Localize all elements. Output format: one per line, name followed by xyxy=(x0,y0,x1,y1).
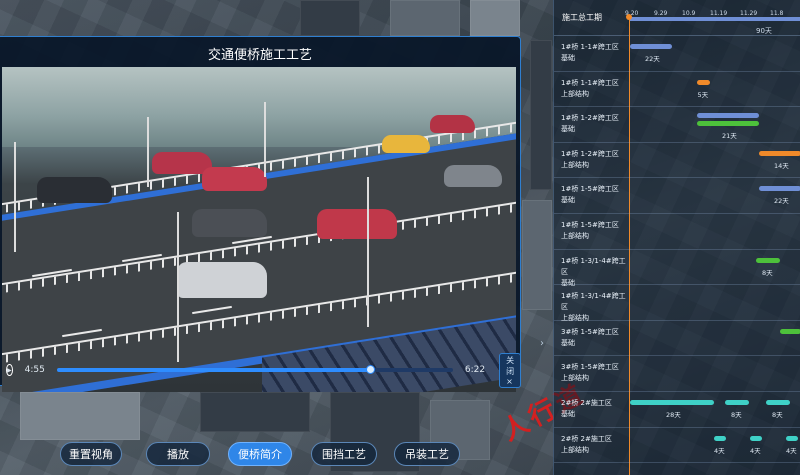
play-pause-button[interactable]: ▶ xyxy=(6,364,13,376)
gantt-bar-days: 14天 xyxy=(774,161,789,170)
gantt-bar[interactable] xyxy=(725,400,749,405)
gantt-row[interactable]: 1#桥 1-1#跨工区 基础 22天 xyxy=(554,36,800,72)
street-lamp xyxy=(147,117,149,187)
timeline-date: 11.19 xyxy=(710,10,728,17)
gantt-row[interactable]: 2#桥 2#施工区 上部结构 4天 4天 4天 xyxy=(554,428,800,464)
gantt-header: 施工总工期 9.20 9.29 10.9 11.19 11.29 11.8 90… xyxy=(554,0,800,36)
street-lamp xyxy=(264,102,266,177)
construction-gantt-chart: 施工总工期 9.20 9.29 10.9 11.19 11.29 11.8 90… xyxy=(553,0,800,475)
toolbar-button-5[interactable]: 吊装工艺 xyxy=(394,442,460,466)
timeline-date: 11.29 xyxy=(740,10,758,17)
timeline-date: 10.9 xyxy=(682,10,696,17)
gantt-row[interactable]: 1#桥 1-2#跨工区 基础 21天 xyxy=(554,107,800,143)
street-lamp xyxy=(367,177,369,327)
progress-fill xyxy=(56,368,370,372)
video-player[interactable] xyxy=(2,67,516,392)
gantt-bar[interactable] xyxy=(759,186,800,192)
gantt-bar[interactable] xyxy=(756,257,780,263)
gantt-row[interactable]: 1#桥 1-1#跨工区 上部结构 5天 xyxy=(554,72,800,108)
gantt-row-label: 1#桥 1-5#跨工区 上部结构 xyxy=(561,221,619,240)
gantt-row-label: 1#桥 1-2#跨工区 基础 xyxy=(561,114,619,134)
gantt-bar[interactable] xyxy=(697,121,759,127)
timeline-date: 11.8 xyxy=(770,10,784,17)
building xyxy=(530,40,552,190)
gantt-row-label: 3#桥 1-5#跨工区 上部结构 xyxy=(561,363,619,383)
gantt-bar[interactable] xyxy=(630,44,672,49)
gantt-bar-days: 8天 xyxy=(772,411,783,419)
close-video-button[interactable]: 关闭 × xyxy=(499,352,522,388)
gantt-bar-days: 21天 xyxy=(722,132,737,141)
gantt-row-label: 3#桥 1-5#跨工区 基础 xyxy=(561,327,619,347)
gantt-bar[interactable] xyxy=(750,435,762,441)
video-controls: ▶ 4:55 6:22 关闭 × xyxy=(0,352,522,388)
car xyxy=(37,177,112,203)
car xyxy=(444,165,502,187)
building xyxy=(390,0,460,36)
gantt-bar[interactable] xyxy=(697,113,759,119)
toolbar-button-3[interactable]: 便桥简介 xyxy=(228,442,292,466)
gantt-bar[interactable] xyxy=(766,400,790,405)
car xyxy=(317,209,397,239)
video-title: 交通便桥施工工艺 xyxy=(207,48,312,63)
chevron-right-icon[interactable]: › xyxy=(540,338,544,349)
gantt-row[interactable]: 2#桥 2#施工区 基础 28天 8天 8天 xyxy=(554,392,800,428)
gantt-bar-days: 8天 xyxy=(731,411,742,419)
gantt-bar[interactable] xyxy=(714,435,726,441)
gantt-row[interactable]: 1#桥 1-3/1-4#跨工区 基础 8天 xyxy=(554,250,800,287)
car xyxy=(177,262,267,298)
toolbar-button-2[interactable]: 播放 xyxy=(146,442,210,466)
gantt-row-label: 2#桥 2#施工区 上部结构 xyxy=(561,434,612,454)
gantt-bar-days: 22天 xyxy=(645,55,660,63)
car xyxy=(192,209,267,237)
play-icon: ▶ xyxy=(7,366,12,374)
gantt-row-label: 1#桥 1-1#跨工区 上部结构 xyxy=(561,78,619,98)
building xyxy=(470,0,520,36)
progress-bar[interactable] xyxy=(56,365,453,374)
gantt-row-label: 1#桥 1-3/1-4#跨工区 基础 xyxy=(561,256,626,287)
car xyxy=(382,135,430,153)
gantt-bar-days: 4天 xyxy=(750,446,761,455)
building xyxy=(522,200,552,310)
street-lamp xyxy=(177,212,179,362)
car xyxy=(202,167,267,191)
gantt-bar-days: 5天 xyxy=(697,90,709,99)
gantt-header-label: 施工总工期 xyxy=(562,13,602,22)
gantt-bar-days: 4天 xyxy=(786,446,797,455)
gantt-bar-days: 28天 xyxy=(666,411,681,419)
total-days: 90天 xyxy=(756,27,772,35)
video-modal: 交通便桥施工工艺 ▶ 4:55 6:22 关闭 × xyxy=(0,36,522,392)
gantt-row[interactable]: 1#桥 1-5#跨工区 基础 22天 xyxy=(554,178,800,214)
gantt-bar[interactable] xyxy=(786,435,798,441)
building xyxy=(20,392,140,440)
progress-handle[interactable] xyxy=(365,365,375,374)
gantt-row[interactable]: 1#桥 1-5#跨工区 上部结构 xyxy=(554,214,800,250)
gantt-bar[interactable] xyxy=(759,150,800,156)
gantt-bar[interactable] xyxy=(780,328,800,334)
duration-time: 6:22 xyxy=(464,365,486,375)
gantt-row[interactable]: 1#桥 1-3/1-4#跨工区 上部结构 xyxy=(554,285,800,323)
gantt-bar[interactable] xyxy=(697,79,710,85)
gantt-bar[interactable] xyxy=(630,400,714,405)
gantt-row[interactable]: 3#桥 1-5#跨工区 上部结构 xyxy=(554,356,800,392)
gantt-row-label: 1#桥 1-2#跨工区 上部结构 xyxy=(561,149,619,169)
street-lamp xyxy=(14,142,16,252)
building xyxy=(200,392,310,432)
toolbar-button-4[interactable]: 围挡工艺 xyxy=(311,442,377,466)
total-duration-bar xyxy=(630,17,800,21)
car xyxy=(430,115,475,133)
gantt-bar-days: 22天 xyxy=(774,197,789,206)
gantt-row[interactable]: 1#桥 1-2#跨工区 上部结构 14天 xyxy=(554,143,800,179)
gantt-bar-days: 8天 xyxy=(762,268,773,277)
today-marker xyxy=(626,14,632,20)
gantt-row-label: 1#桥 1-1#跨工区 基础 xyxy=(561,43,619,62)
building xyxy=(300,0,360,36)
toolbar-button-1[interactable]: 重置视角 xyxy=(60,442,122,466)
gantt-row-label: 1#桥 1-5#跨工区 基础 xyxy=(561,185,619,205)
current-time: 4:55 xyxy=(24,365,45,375)
gantt-row-label: 2#桥 2#施工区 基础 xyxy=(561,399,612,418)
gantt-bar-days: 4天 xyxy=(714,446,725,455)
gantt-row[interactable]: 3#桥 1-5#跨工区 基础 xyxy=(554,321,800,357)
timeline-date: 9.29 xyxy=(654,10,668,17)
gantt-row-label: 1#桥 1-3/1-4#跨工区 上部结构 xyxy=(561,292,626,323)
